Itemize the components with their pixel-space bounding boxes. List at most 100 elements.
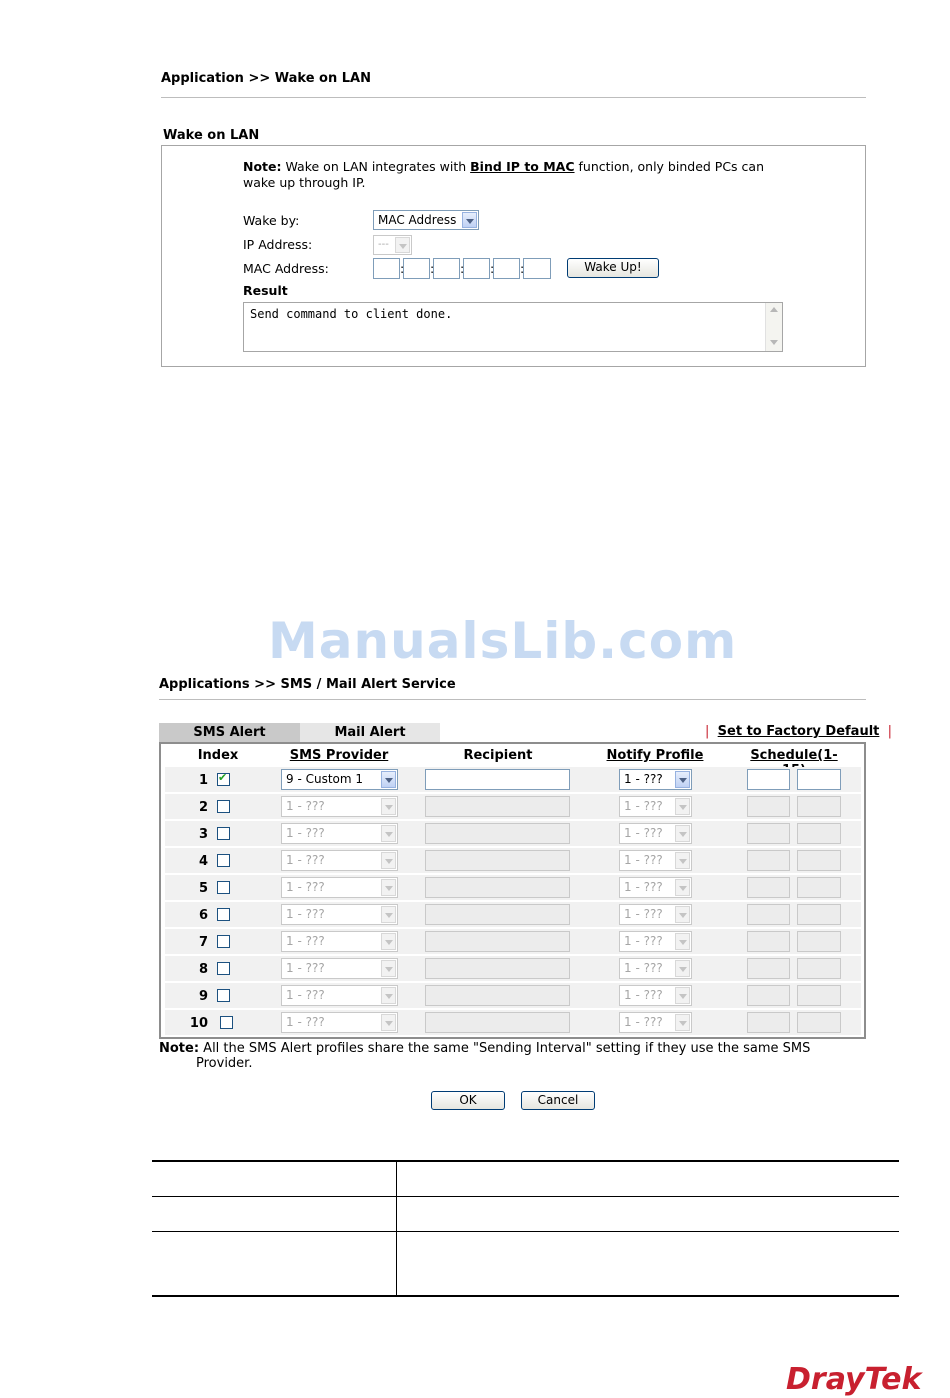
desc-table-row-rule: [152, 1231, 899, 1232]
schedule-input-2[interactable]: [797, 823, 841, 844]
result-scrollbar[interactable]: [765, 303, 782, 351]
row-enable-checkbox[interactable]: [217, 908, 230, 921]
row-enable-checkbox[interactable]: [217, 989, 230, 1002]
wol-note: Note: Wake on LAN integrates with Bind I…: [243, 159, 764, 174]
notify-profile-select[interactable]: 1 - ???: [619, 985, 692, 1006]
sms-provider-select[interactable]: 1 - ???: [281, 931, 398, 952]
recipient-input[interactable]: [425, 850, 570, 871]
schedule-input-1[interactable]: [747, 985, 790, 1006]
schedule-input-2[interactable]: [797, 850, 841, 871]
result-text: Send command to client done.: [250, 307, 453, 321]
row-enable-checkbox[interactable]: [217, 800, 230, 813]
header-notify-profile[interactable]: Notify Profile: [605, 748, 705, 763]
schedule-input-1[interactable]: [747, 1012, 790, 1033]
watermark: ManualsLib.com: [268, 612, 738, 670]
sms-provider-select[interactable]: 1 - ???: [281, 850, 398, 871]
recipient-input[interactable]: [425, 1012, 570, 1033]
sms-provider-select[interactable]: 1 - ???: [281, 796, 398, 817]
recipient-input[interactable]: [425, 985, 570, 1006]
sms-provider-select[interactable]: 1 - ???: [281, 958, 398, 979]
schedule-input-1[interactable]: [747, 958, 790, 979]
row-enable-checkbox[interactable]: [217, 881, 230, 894]
header-recipient: Recipient: [463, 748, 533, 763]
recipient-input[interactable]: [425, 877, 570, 898]
row-enable-checkbox[interactable]: [220, 1016, 233, 1029]
row-enable-checkbox[interactable]: [217, 771, 230, 786]
tab-mail-alert[interactable]: Mail Alert: [300, 723, 440, 742]
schedule-input-1[interactable]: [747, 823, 790, 844]
chevron-down-icon: [675, 825, 690, 842]
header-sms-provider[interactable]: SMS Provider: [280, 748, 398, 763]
row-enable-checkbox[interactable]: [217, 935, 230, 948]
notify-profile-select[interactable]: 1 - ???: [619, 823, 692, 844]
schedule-input-2[interactable]: [797, 904, 841, 925]
mac-octet-4[interactable]: [463, 258, 490, 279]
chevron-down-icon: [675, 798, 690, 815]
recipient-input[interactable]: [425, 769, 570, 790]
scroll-up-icon[interactable]: [770, 307, 778, 312]
bind-ip-to-mac-link[interactable]: Bind IP to MAC: [470, 159, 574, 174]
row-enable-checkbox[interactable]: [217, 854, 230, 867]
recipient-input[interactable]: [425, 931, 570, 952]
scroll-down-icon[interactable]: [770, 340, 778, 345]
chevron-down-icon: [675, 771, 690, 788]
notify-profile-select[interactable]: 1 - ???: [619, 958, 692, 979]
chevron-down-icon: [381, 1014, 396, 1031]
wol-breadcrumb: Application >> Wake on LAN: [161, 71, 371, 86]
mac-octet-6[interactable]: [523, 258, 551, 279]
chevron-down-icon: [381, 852, 396, 869]
schedule-input-1[interactable]: [747, 796, 790, 817]
mac-octet-3[interactable]: [433, 258, 460, 279]
sms-breadcrumb: Applications >> SMS / Mail Alert Service: [159, 677, 456, 692]
recipient-input[interactable]: [425, 904, 570, 925]
row-index: 8: [198, 962, 208, 977]
set-factory-default-link[interactable]: Set to Factory Default: [718, 724, 880, 739]
notify-profile-select[interactable]: 1 - ???: [619, 904, 692, 925]
sms-provider-select[interactable]: 1 - ???: [281, 823, 398, 844]
recipient-input[interactable]: [425, 823, 570, 844]
wake-by-select[interactable]: MAC Address: [373, 210, 479, 230]
notify-profile-select[interactable]: 1 - ???: [619, 877, 692, 898]
sms-provider-select[interactable]: 9 - Custom 1: [281, 769, 398, 790]
notify-profile-select[interactable]: 1 - ???: [619, 1012, 692, 1033]
recipient-input[interactable]: [425, 796, 570, 817]
notify-profile-select[interactable]: 1 - ???: [619, 769, 692, 790]
schedule-input-2[interactable]: [797, 769, 841, 790]
schedule-input-2[interactable]: [797, 1012, 841, 1033]
wake-up-button[interactable]: Wake Up!: [567, 258, 659, 278]
notify-profile-select[interactable]: 1 - ???: [619, 796, 692, 817]
row-index: 3: [198, 827, 208, 842]
sms-provider-select[interactable]: 1 - ???: [281, 1012, 398, 1033]
cancel-button[interactable]: Cancel: [521, 1091, 595, 1110]
sms-provider-select[interactable]: 1 - ???: [281, 985, 398, 1006]
mac-octet-2[interactable]: [403, 258, 430, 279]
notify-profile-select[interactable]: 1 - ???: [619, 931, 692, 952]
chevron-down-icon: [381, 987, 396, 1004]
tab-sms-alert[interactable]: SMS Alert: [159, 723, 300, 742]
schedule-input-1[interactable]: [747, 877, 790, 898]
schedule-input-2[interactable]: [797, 796, 841, 817]
row-index: 2: [198, 800, 208, 815]
schedule-input-1[interactable]: [747, 904, 790, 925]
schedule-input-2[interactable]: [797, 877, 841, 898]
sms-provider-select[interactable]: 1 - ???: [281, 904, 398, 925]
ip-address-select[interactable]: ---: [373, 235, 412, 255]
mac-octet-5[interactable]: [493, 258, 520, 279]
schedule-input-2[interactable]: [797, 931, 841, 952]
schedule-input-1[interactable]: [747, 931, 790, 952]
schedule-input-1[interactable]: [747, 850, 790, 871]
schedule-input-2[interactable]: [797, 985, 841, 1006]
chevron-down-icon: [675, 933, 690, 950]
sms-provider-select[interactable]: 1 - ???: [281, 877, 398, 898]
chevron-down-icon: [675, 987, 690, 1004]
recipient-input[interactable]: [425, 958, 570, 979]
ok-button[interactable]: OK: [431, 1091, 505, 1110]
row-enable-checkbox[interactable]: [217, 827, 230, 840]
result-textarea[interactable]: Send command to client done.: [243, 302, 783, 352]
mac-octet-1[interactable]: [373, 258, 400, 279]
row-enable-checkbox[interactable]: [217, 962, 230, 975]
schedule-input-2[interactable]: [797, 958, 841, 979]
chevron-down-icon: [381, 879, 396, 896]
notify-profile-select[interactable]: 1 - ???: [619, 850, 692, 871]
schedule-input-1[interactable]: [747, 769, 790, 790]
